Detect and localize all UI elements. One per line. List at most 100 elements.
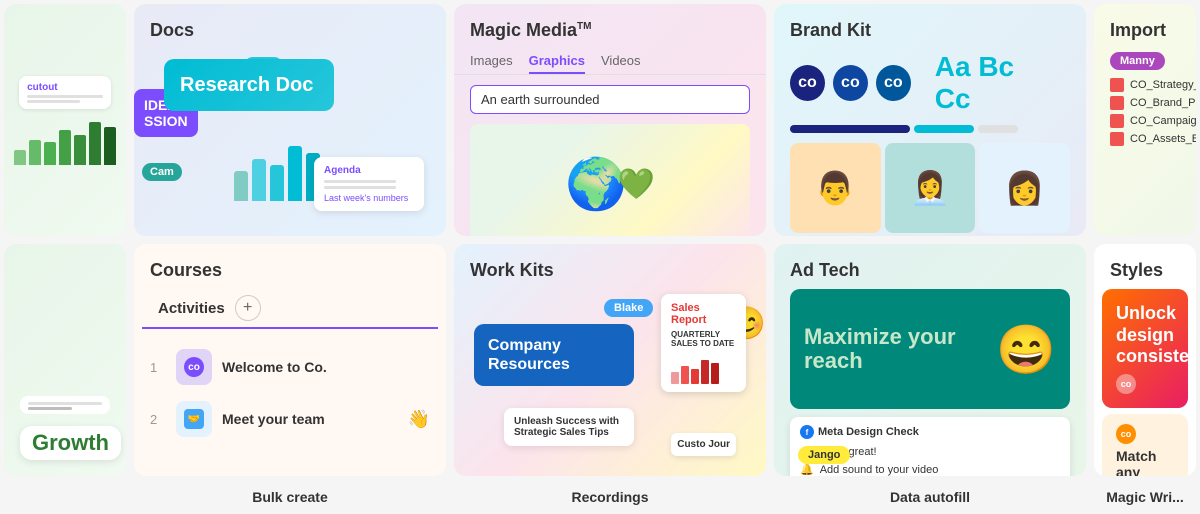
person-2: 👩‍💼 bbox=[885, 143, 976, 233]
brand-photo-3: 👩 bbox=[979, 143, 1070, 233]
cam-badge: Cam bbox=[142, 163, 182, 181]
docs-cell: Docs IDEASSSION Finn Research Doc Cam Ag… bbox=[134, 4, 446, 236]
blake-badge: Blake bbox=[604, 299, 653, 317]
cust-jour-text: Custo Jour bbox=[677, 439, 730, 450]
growth-top-content: cutout bbox=[4, 4, 126, 236]
import-title: Import bbox=[1094, 4, 1196, 51]
course-num-2: 2 bbox=[150, 412, 166, 427]
file-icon-3 bbox=[1110, 114, 1124, 128]
data-autofill-cell[interactable]: Data autofill bbox=[774, 484, 1086, 510]
color-bars bbox=[774, 125, 1086, 143]
research-doc-title: Research Doc bbox=[180, 73, 318, 97]
recordings-label: Recordings bbox=[571, 489, 648, 505]
logo-row: co co co Aa Bc Cc bbox=[774, 51, 1086, 125]
color-bar-light bbox=[978, 125, 1018, 133]
growth-top-cell: cutout bbox=[4, 4, 126, 236]
tab-graphics[interactable]: Graphics bbox=[529, 49, 585, 74]
work-kits-cell: Work Kits Blake Sales Report QUARTERLYSA… bbox=[454, 244, 766, 476]
unleash-text: Unleash Success with Strategic Sales Tip… bbox=[514, 416, 624, 438]
brand-photo-2: 👩‍💼 bbox=[885, 143, 976, 233]
activities-label: Activities bbox=[158, 300, 225, 317]
styles-title: Styles bbox=[1094, 244, 1196, 289]
brand-photos: 👨 👩‍💼 👩 bbox=[774, 143, 1086, 233]
course-num-1: 1 bbox=[150, 360, 166, 375]
magic-media-cell: Magic MediaTM Images Graphics Videos An … bbox=[454, 4, 766, 236]
activities-row: Activities + bbox=[142, 289, 438, 329]
courses-cell: Courses Activities + 1 co Welcome to Co.… bbox=[134, 244, 446, 476]
styles-co-icon: co bbox=[1116, 374, 1136, 394]
recordings-cell[interactable]: Recordings bbox=[454, 484, 766, 510]
hand-icon: 👋 bbox=[408, 409, 430, 430]
sales-subtitle: QUARTERLYSALES TO DATE bbox=[671, 330, 736, 348]
research-doc-box: Research Doc bbox=[164, 59, 334, 111]
docs-content: IDEASSSION Finn Research Doc Cam Agenda … bbox=[134, 49, 446, 231]
co-icon-2: 🤝 bbox=[184, 409, 204, 429]
course-item-1[interactable]: 1 co Welcome to Co. bbox=[134, 341, 446, 393]
tab-row: Images Graphics Videos bbox=[454, 49, 766, 75]
bulk-create-cell[interactable]: Bulk create bbox=[134, 484, 446, 510]
search-input-box[interactable]: An earth surrounded bbox=[470, 85, 750, 114]
match-text: Match any design style bbox=[1116, 448, 1174, 476]
meta-icon: f bbox=[800, 425, 814, 439]
sales-mini-chart bbox=[671, 354, 736, 384]
course-item-2[interactable]: 2 🤝 Meet your team 👋 bbox=[134, 393, 446, 445]
course-icon-2: 🤝 bbox=[176, 401, 212, 437]
jango-badge: Jango bbox=[798, 446, 850, 464]
file-name-2: CO_Brand_Photogra... bbox=[1130, 97, 1196, 109]
brand-kit-cell: Brand Kit co co co Aa Bc Cc 👨 👩‍💼 👩 bbox=[774, 4, 1086, 236]
agenda-line-2 bbox=[324, 186, 396, 189]
color-bar-teal bbox=[914, 125, 974, 133]
styles-bottom-logo: co bbox=[1116, 424, 1174, 444]
file-item-4: CO_Assets_Brandin... bbox=[1110, 132, 1180, 146]
magic-media-title: Magic MediaTM bbox=[454, 4, 766, 49]
file-name-4: CO_Assets_Brandin... bbox=[1130, 133, 1196, 145]
file-icon-2 bbox=[1110, 96, 1124, 110]
ad-tech-title: Ad Tech bbox=[774, 244, 1086, 289]
logo-circle-2: co bbox=[833, 65, 868, 101]
company-resources-card: Company Resources bbox=[474, 324, 634, 386]
maximize-card: Maximize your reach 😄 bbox=[790, 289, 1070, 409]
maximize-person: 😄 bbox=[996, 321, 1056, 378]
unlock-text: Unlock design consistency bbox=[1116, 303, 1196, 368]
chart-bars bbox=[234, 141, 320, 201]
tm-sup: TM bbox=[577, 21, 591, 32]
file-icon-4 bbox=[1110, 132, 1124, 146]
last-week-text: Last week's numbers bbox=[324, 193, 414, 203]
magic-wri-cell[interactable]: Magic Wri... bbox=[1094, 484, 1196, 510]
agenda-title: Agenda bbox=[324, 165, 414, 176]
sales-report-card: Sales Report QUARTERLYSALES TO DATE bbox=[661, 294, 746, 392]
add-activity-button[interactable]: + bbox=[235, 295, 261, 321]
unleash-card: Unleash Success with Strategic Sales Tip… bbox=[504, 408, 634, 446]
color-bar-dark bbox=[790, 125, 910, 133]
docs-title: Docs bbox=[134, 4, 446, 49]
tab-images[interactable]: Images bbox=[470, 49, 513, 74]
file-item-3: CO_Campaign_Tool... bbox=[1110, 114, 1180, 128]
styles-unlock-card: Unlock design consistency co bbox=[1102, 289, 1188, 408]
tab-videos[interactable]: Videos bbox=[601, 49, 641, 74]
file-icon-1 bbox=[1110, 78, 1124, 92]
logo-circle-1: co bbox=[790, 65, 825, 101]
import-cell: Import Manny CO_Strategy_Report... CO_Br… bbox=[1094, 4, 1196, 236]
file-list: CO_Strategy_Report... CO_Brand_Photogra.… bbox=[1094, 78, 1196, 146]
course-text-2: Meet your team bbox=[222, 411, 325, 427]
person-3: 👩 bbox=[979, 143, 1070, 233]
cutout-box: cutout bbox=[19, 76, 111, 109]
docs-agenda: Agenda Last week's numbers bbox=[314, 157, 424, 211]
course-icon-1: co bbox=[176, 349, 212, 385]
file-item-2: CO_Brand_Photogra... bbox=[1110, 96, 1180, 110]
styles-logo-row: co bbox=[1116, 374, 1196, 394]
cust-card: Custo Jour bbox=[671, 433, 736, 456]
magic-wri-label: Magic Wri... bbox=[1106, 489, 1184, 505]
courses-title: Courses bbox=[134, 244, 446, 289]
file-name-3: CO_Campaign_Tool... bbox=[1130, 115, 1196, 127]
data-autofill-label: Data autofill bbox=[890, 489, 970, 505]
co-icon-1: co bbox=[184, 357, 204, 377]
sound-icon: 🔔 bbox=[800, 463, 814, 476]
meta-check-title: f Meta Design Check bbox=[800, 425, 1060, 439]
file-item-1: CO_Strategy_Report... bbox=[1110, 78, 1180, 92]
agenda-line-1 bbox=[324, 180, 396, 183]
plus-icon: + bbox=[243, 299, 252, 317]
brand-kit-title: Brand Kit bbox=[774, 4, 1086, 51]
bulk-create-label: Bulk create bbox=[252, 489, 327, 505]
brand-font: Aa Bc Cc bbox=[919, 51, 1070, 115]
